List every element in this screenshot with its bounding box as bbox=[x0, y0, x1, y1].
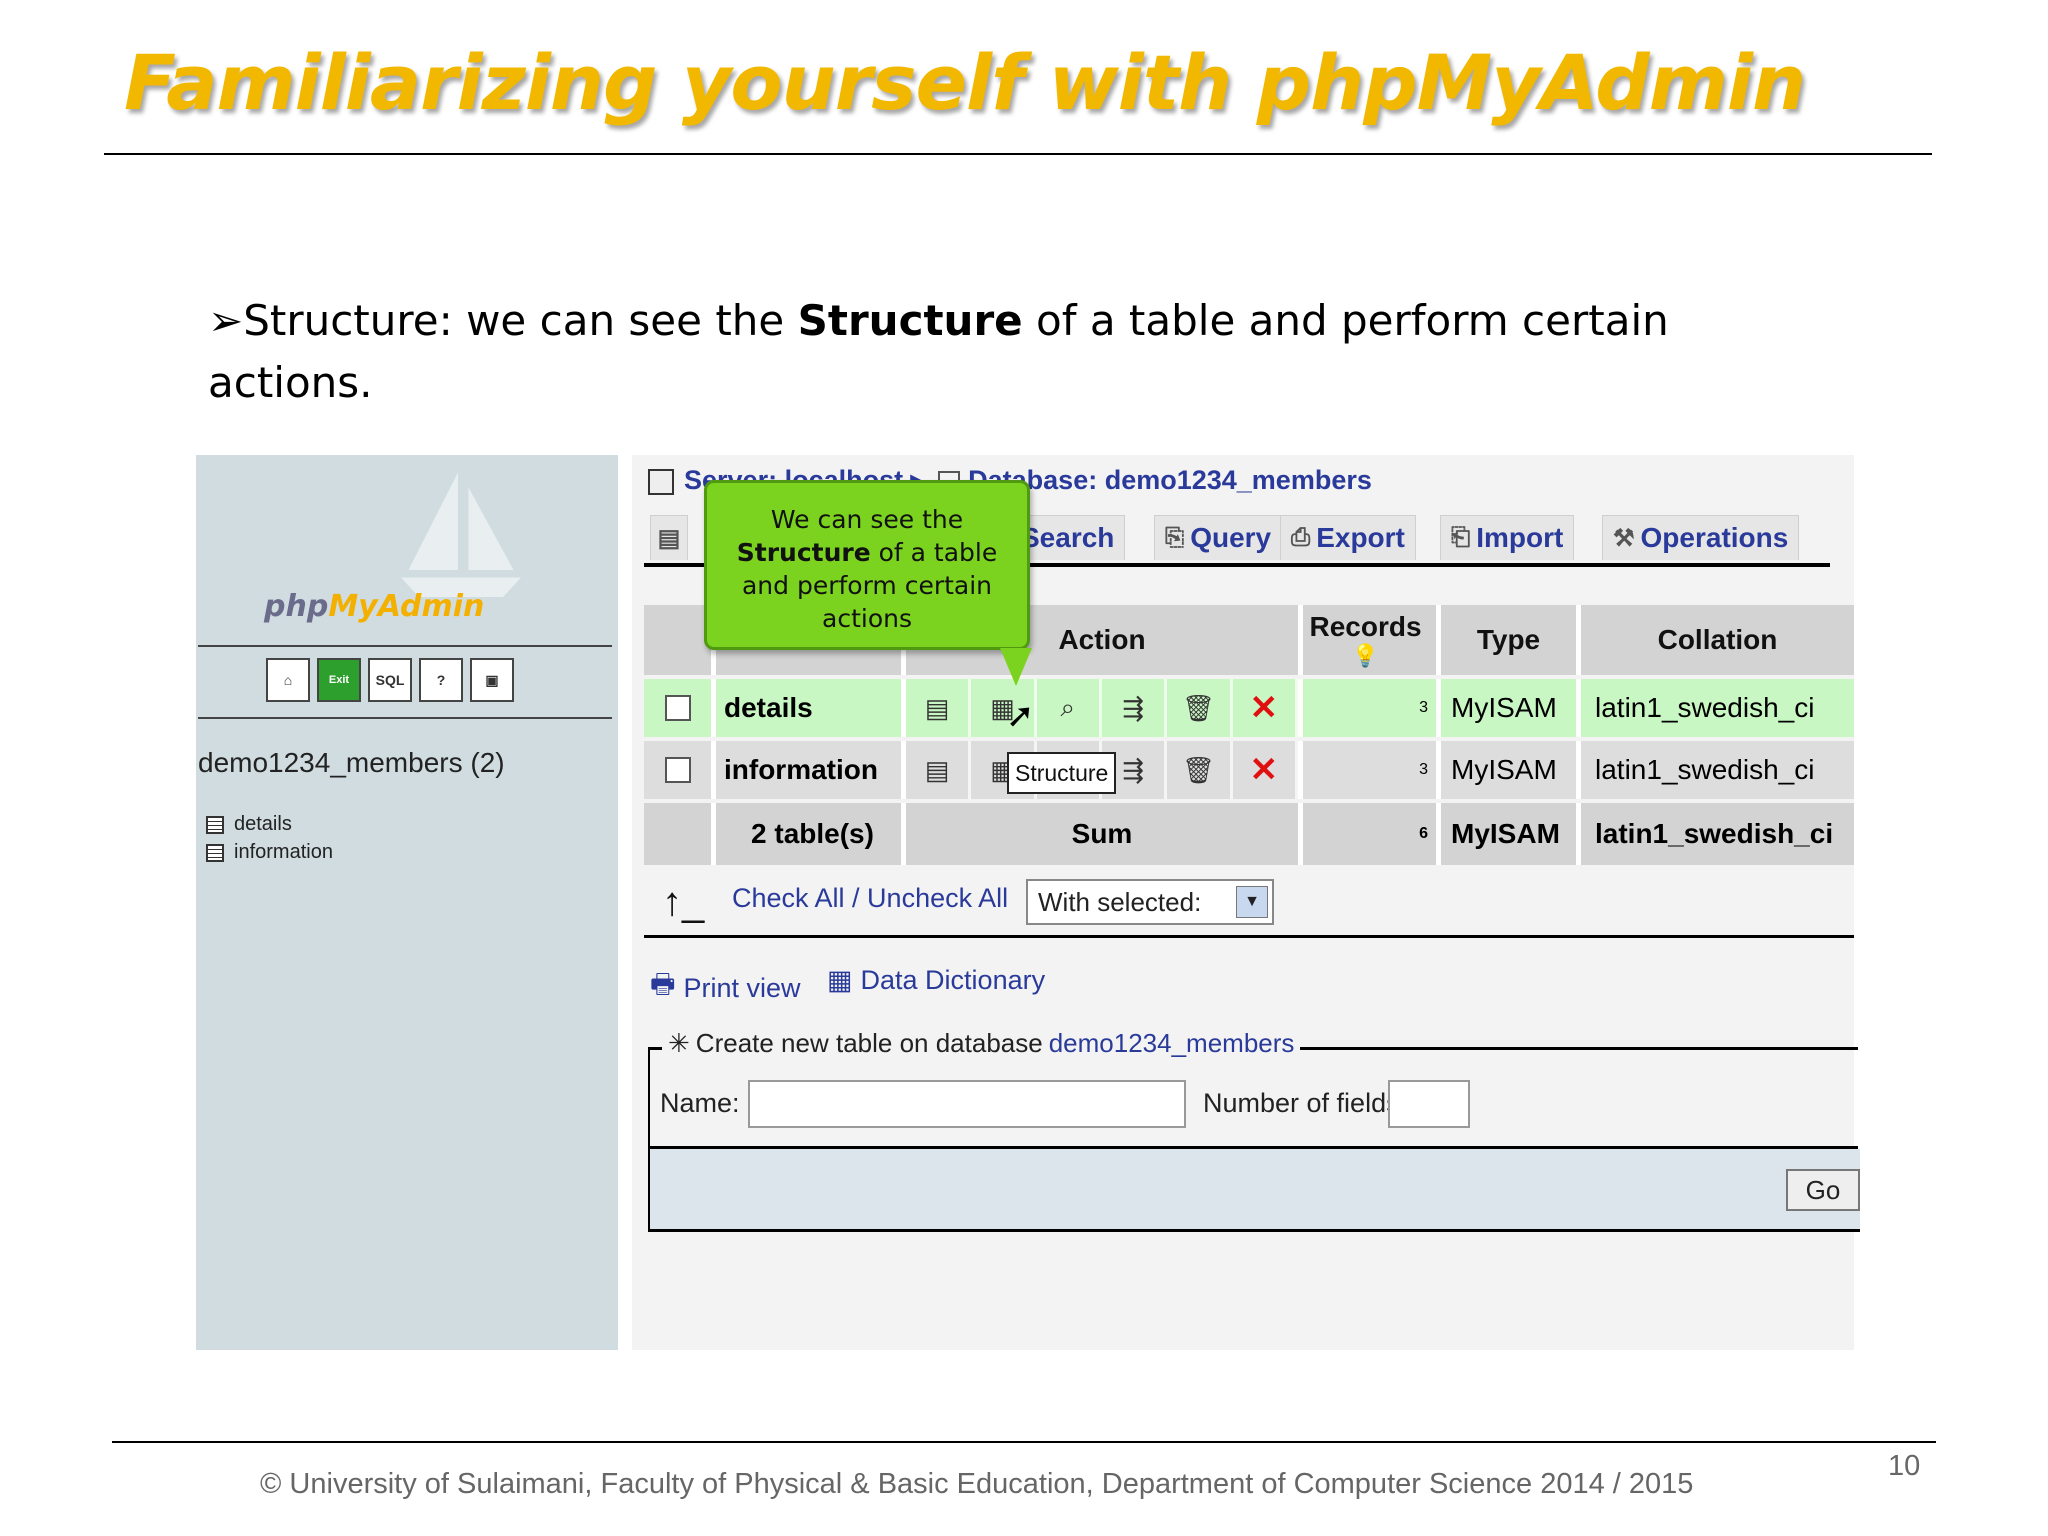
tab-structure[interactable]: ▤ bbox=[650, 515, 688, 560]
new-table-icon: ✳ bbox=[668, 1028, 690, 1058]
help-icon[interactable]: ? bbox=[419, 658, 463, 702]
server-icon bbox=[648, 468, 674, 495]
with-selected-dropdown[interactable]: With selected: ▼ bbox=[1026, 879, 1274, 925]
table-row: details ▤ ▦ ⌕ ⇶ 🗑 ✕ 3 MyISAM latin1_swed… bbox=[644, 679, 1854, 737]
check-all-link[interactable]: Check All / Uncheck All bbox=[732, 883, 1008, 914]
row-checkbox-cell bbox=[644, 679, 716, 737]
sum-cell bbox=[644, 803, 716, 865]
callout-line: actions bbox=[822, 604, 912, 633]
records-value: 3 bbox=[1303, 741, 1441, 799]
nav-table-information[interactable]: information bbox=[206, 841, 333, 864]
header-type[interactable]: Type bbox=[1441, 605, 1581, 675]
header-collation[interactable]: Collation bbox=[1581, 605, 1854, 675]
structure-tooltip: Structure bbox=[1007, 752, 1117, 794]
type-value: MyISAM bbox=[1441, 679, 1581, 737]
sum-type: MyISAM bbox=[1441, 803, 1581, 865]
query-window-icon[interactable]: ▣ bbox=[470, 658, 514, 702]
type-value: MyISAM bbox=[1441, 741, 1581, 799]
drop-icon[interactable]: ✕ bbox=[1233, 679, 1298, 737]
row-checkbox[interactable] bbox=[664, 757, 691, 783]
sum-row: 2 table(s) Sum 6 MyISAM latin1_swedish_c… bbox=[644, 803, 1854, 865]
title-divider bbox=[104, 153, 1932, 155]
callout-tail bbox=[1000, 648, 1032, 686]
table-icon bbox=[206, 815, 224, 834]
empty-icon[interactable]: 🗑 bbox=[1167, 741, 1233, 799]
go-area: Go bbox=[648, 1149, 1860, 1232]
import-icon: ⎗ bbox=[1451, 524, 1471, 551]
sum-label: Sum bbox=[906, 803, 1303, 865]
tab-operations[interactable]: ⚒ Operations bbox=[1602, 515, 1800, 560]
callout-line: We can see the bbox=[770, 505, 964, 534]
sql-icon[interactable]: SQL bbox=[368, 658, 412, 702]
home-icon[interactable]: ⌂ bbox=[266, 658, 310, 702]
records-value: 3 bbox=[1303, 679, 1441, 737]
browse-icon[interactable]: ▤ bbox=[906, 741, 972, 799]
row-checkbox-cell bbox=[644, 741, 716, 799]
browse-icon[interactable]: ▤ bbox=[906, 679, 972, 737]
bullet-text: ➢Structure: we can see the Structure of … bbox=[208, 290, 1708, 414]
create-table-legend: ✳ Create new table on database demo1234_m… bbox=[662, 1028, 1301, 1059]
callout-line: Structure of a table bbox=[736, 538, 998, 567]
empty-icon[interactable]: 🗑 bbox=[1167, 679, 1233, 737]
exit-icon[interactable]: Exit bbox=[317, 658, 361, 702]
table-name[interactable]: details bbox=[716, 679, 906, 737]
sum-collation: latin1_swedish_ci bbox=[1581, 803, 1854, 865]
table-name[interactable]: information bbox=[716, 741, 906, 799]
export-icon: ⎙ bbox=[1291, 524, 1311, 551]
callout-line: and perform certain bbox=[741, 571, 993, 600]
collation-value: latin1_swedish_ci bbox=[1581, 741, 1854, 799]
go-button[interactable]: Go bbox=[1786, 1169, 1860, 1211]
table-name-input[interactable] bbox=[748, 1080, 1186, 1128]
create-table-fieldset: ✳ Create new table on database demo1234_m… bbox=[648, 1028, 1860, 1232]
footer-divider bbox=[112, 1441, 1936, 1443]
nav-divider bbox=[198, 717, 612, 719]
printer-icon: 🖶 bbox=[650, 969, 676, 999]
header-records[interactable]: Records 💡 bbox=[1303, 605, 1441, 675]
sum-table-count: 2 table(s) bbox=[716, 803, 906, 865]
section-divider bbox=[644, 935, 1854, 938]
row-checkbox[interactable] bbox=[664, 695, 691, 721]
page-number: 10 bbox=[1888, 1450, 1921, 1482]
table-row: information ▤ ▦ ⌕ ⇶ 🗑 ✕ 3 MyISAM latin1_… bbox=[644, 741, 1854, 799]
data-dictionary-link[interactable]: ▦ Data Dictionary bbox=[827, 965, 1045, 996]
chevron-down-icon[interactable]: ▼ bbox=[1236, 886, 1268, 918]
arrow-up-icon: ↑_ bbox=[662, 880, 705, 924]
tab-query[interactable]: ⎘ Query bbox=[1154, 515, 1283, 560]
sum-records: 6 bbox=[1303, 803, 1441, 865]
nav-icon-bar: ⌂ Exit SQL ? ▣ bbox=[266, 658, 514, 702]
nav-database-name[interactable]: demo1234_members (2) bbox=[198, 747, 505, 779]
footer-text: © University of Sulaimani, Faculty of Ph… bbox=[260, 1468, 1694, 1500]
bullet-arrow-icon: ➢ bbox=[208, 296, 244, 345]
number-of-fields-label: Number of fields: bbox=[1203, 1088, 1408, 1118]
nav-divider bbox=[198, 645, 612, 647]
lightbulb-icon: 💡 bbox=[1351, 643, 1380, 668]
structure-icon: ▤ bbox=[657, 524, 681, 552]
table-icon bbox=[206, 843, 224, 862]
search-icon[interactable]: ⌕ bbox=[1037, 679, 1102, 737]
tab-import[interactable]: ⎗ Import bbox=[1440, 515, 1575, 560]
bullet-bold: Structure bbox=[797, 296, 1023, 345]
navigation-frame: phpMyAdmin ⌂ Exit SQL ? ▣ demo1234_membe… bbox=[196, 455, 618, 1350]
drop-icon[interactable]: ✕ bbox=[1233, 741, 1298, 799]
print-view-link[interactable]: 🖶 Print view bbox=[650, 965, 801, 1011]
operations-icon: ⚒ bbox=[1613, 524, 1635, 552]
mouse-cursor-icon: ➚ bbox=[1006, 697, 1035, 735]
data-dictionary-icon: ▦ bbox=[827, 965, 853, 995]
query-icon: ⎘ bbox=[1165, 524, 1185, 551]
bullet-prefix: Structure: we can see the bbox=[243, 296, 798, 345]
nav-table-details[interactable]: details bbox=[206, 813, 292, 836]
name-label: Name: bbox=[660, 1088, 740, 1118]
phpmyadmin-logo[interactable]: phpMyAdmin bbox=[264, 589, 484, 624]
callout-bubble: We can see the Structure of a table and … bbox=[704, 480, 1030, 650]
tab-export[interactable]: ⎙ Export bbox=[1280, 515, 1416, 560]
slide-title: Familiarizing yourself with phpMyAdmin bbox=[124, 38, 1806, 127]
collation-value: latin1_swedish_ci bbox=[1581, 679, 1854, 737]
action-cell: ▤ ▦ ⌕ ⇶ 🗑 ✕ bbox=[906, 679, 1303, 737]
number-of-fields-input[interactable] bbox=[1388, 1080, 1470, 1128]
insert-icon[interactable]: ⇶ bbox=[1102, 679, 1168, 737]
